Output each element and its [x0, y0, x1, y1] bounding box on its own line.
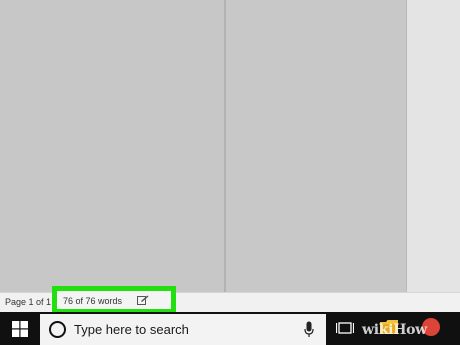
task-view-icon[interactable] [336, 320, 354, 336]
search-placeholder[interactable]: Type here to search [74, 322, 189, 337]
vertical-scroll-area[interactable] [407, 0, 460, 292]
document-page-right[interactable] [226, 0, 406, 292]
page-count[interactable]: Page 1 of 1 [5, 297, 51, 307]
word-count-highlight[interactable]: 76 of 76 words [52, 286, 176, 314]
microphone-icon[interactable] [304, 321, 314, 338]
document-page-left[interactable] [0, 0, 224, 292]
wikihow-watermark: wikiHow [362, 322, 427, 338]
proofing-icon[interactable] [137, 295, 149, 305]
word-count[interactable]: 76 of 76 words [63, 296, 122, 306]
taskbar-search-box[interactable]: Type here to search [40, 314, 326, 345]
start-button[interactable] [0, 312, 40, 345]
windows-logo-icon [12, 321, 28, 337]
cortana-icon[interactable] [49, 321, 66, 338]
document-area[interactable] [0, 0, 460, 292]
